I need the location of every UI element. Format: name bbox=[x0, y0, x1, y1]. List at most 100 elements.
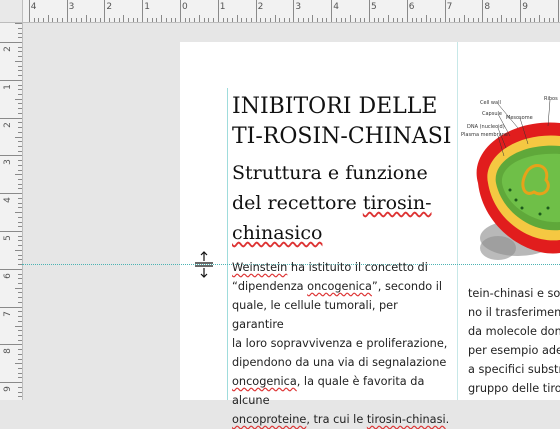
ruler-tick bbox=[18, 358, 22, 360]
ruler-tick bbox=[99, 18, 101, 22]
ruler-tick bbox=[151, 18, 153, 22]
ruler-tick bbox=[231, 18, 233, 22]
ruler-number: 8 bbox=[2, 348, 13, 355]
ruler-tick bbox=[524, 18, 526, 22]
body-text-column-1[interactable]: Weinstein ha istituito il concetto di “di… bbox=[232, 258, 450, 429]
ruler-tick bbox=[298, 18, 300, 22]
ruler-tick bbox=[18, 70, 22, 72]
ruler-number: 4 bbox=[333, 2, 339, 12]
bacterial-cell-figure[interactable]: Cell wall Capsule Mesosome DNA (nucleoid… bbox=[458, 88, 560, 268]
figure-label-cell-wall: Cell wall bbox=[480, 100, 501, 106]
ruler-tick bbox=[180, 0, 181, 22]
ruler-tick bbox=[520, 0, 522, 22]
ruler-tick bbox=[265, 18, 267, 22]
text-line: tein-chinasi e son bbox=[468, 287, 560, 300]
ruler-tick bbox=[66, 0, 68, 22]
spellcheck-word: tirosin-chinasico bbox=[232, 192, 432, 244]
text-run: la loro sopravvivenza e proliferazione, bbox=[232, 337, 448, 350]
body-text-column-2[interactable]: tein-chinasi e son no il trasferiment da m… bbox=[468, 284, 560, 398]
ruler-tick bbox=[558, 0, 559, 22]
frame-resize-handle-icon[interactable] bbox=[193, 249, 215, 279]
ruler-tick bbox=[402, 18, 404, 22]
ruler-corner bbox=[0, 0, 23, 23]
ruler-tick bbox=[170, 18, 172, 22]
ruler-tick bbox=[477, 18, 479, 22]
ruler-tick bbox=[15, 174, 22, 176]
ruler-tick bbox=[189, 18, 191, 22]
text-line: da molecole dona bbox=[468, 325, 560, 338]
ruler-tick bbox=[18, 259, 22, 261]
ruler-tick bbox=[345, 18, 347, 22]
ruler-number: 7 bbox=[2, 310, 13, 317]
ruler-tick bbox=[378, 18, 380, 22]
ruler-number: 9 bbox=[522, 2, 528, 12]
text-line: “dipendenza oncogenica”, secondo il bbox=[232, 277, 450, 296]
ruler-tick bbox=[227, 18, 229, 22]
ruler-tick bbox=[18, 131, 22, 133]
ruler-tick bbox=[76, 18, 78, 22]
ruler-number: 8 bbox=[484, 2, 491, 12]
ruler-tick bbox=[18, 353, 22, 355]
ruler-tick bbox=[269, 18, 271, 22]
ruler-tick bbox=[0, 117, 22, 119]
text-line: quale, le cellule tumorali, per garantir… bbox=[232, 296, 450, 334]
ruler-tick bbox=[18, 164, 22, 166]
ruler-tick bbox=[18, 145, 22, 147]
ruler-tick bbox=[18, 188, 22, 190]
ruler-tick bbox=[444, 0, 446, 22]
document-subtitle[interactable]: Struttura e funzione del recettore tiros… bbox=[232, 158, 457, 248]
ruler-tick bbox=[142, 0, 144, 22]
ruler-tick bbox=[18, 273, 22, 275]
ruler-tick bbox=[548, 18, 550, 22]
text-line: a specifici substra bbox=[468, 363, 560, 376]
ruler-number: 2 bbox=[2, 46, 13, 52]
ruler-tick bbox=[222, 18, 224, 22]
ruler-number: 5 bbox=[2, 235, 13, 241]
ruler-tick bbox=[255, 0, 257, 22]
ruler-tick bbox=[472, 18, 474, 22]
ruler-tick bbox=[15, 287, 22, 289]
ruler-tick bbox=[18, 245, 22, 247]
ruler-number: 0 bbox=[182, 2, 188, 12]
ruler-tick bbox=[18, 150, 22, 152]
ruler-tick bbox=[165, 18, 167, 22]
ruler-tick bbox=[293, 0, 295, 22]
ruler-tick bbox=[18, 32, 22, 34]
ruler-tick bbox=[288, 18, 290, 22]
ruler-tick bbox=[18, 122, 22, 124]
ruler-tick bbox=[18, 65, 22, 67]
ruler-tick bbox=[198, 15, 200, 22]
ruler-number: 1 bbox=[219, 2, 226, 12]
ruler-tick bbox=[38, 18, 40, 22]
ruler-tick bbox=[420, 18, 422, 22]
ruler-tick bbox=[416, 18, 418, 22]
ruler-tick bbox=[123, 15, 125, 22]
ruler-tick bbox=[321, 18, 323, 22]
ruler-tick bbox=[175, 18, 177, 22]
ruler-tick bbox=[18, 396, 22, 398]
ruler-tick bbox=[194, 18, 196, 22]
ruler-number: 4 bbox=[2, 197, 13, 204]
ruler-tick bbox=[18, 226, 22, 228]
ruler-tick bbox=[71, 18, 73, 22]
horizontal-ruler[interactable]: 432101234567891011 bbox=[0, 0, 560, 23]
ruler-tick bbox=[435, 18, 437, 22]
document-title[interactable]: INIBITORI DELLE TI-ROSIN-CHINASI bbox=[232, 92, 457, 152]
vertical-ruler[interactable]: 12123456789 bbox=[0, 22, 23, 400]
ruler-tick bbox=[0, 193, 22, 195]
ruler-tick bbox=[0, 155, 22, 157]
ruler-tick bbox=[156, 18, 158, 22]
ruler-number: 3 bbox=[295, 2, 302, 12]
ruler-tick bbox=[458, 18, 460, 22]
ruler-tick bbox=[0, 344, 22, 346]
text-run: ”, secondo il bbox=[371, 280, 443, 293]
ruler-tick bbox=[529, 18, 531, 22]
ruler-tick bbox=[18, 27, 22, 29]
spellcheck-word: oncogenica bbox=[232, 375, 297, 388]
ruler-tick bbox=[496, 18, 498, 22]
ruler-tick bbox=[18, 254, 22, 256]
text-run: quale, le cellule tumorali, per garantir… bbox=[232, 299, 398, 331]
text-line: no il trasferiment bbox=[468, 306, 560, 319]
ruler-tick bbox=[132, 18, 134, 22]
ruler-tick bbox=[454, 18, 456, 22]
